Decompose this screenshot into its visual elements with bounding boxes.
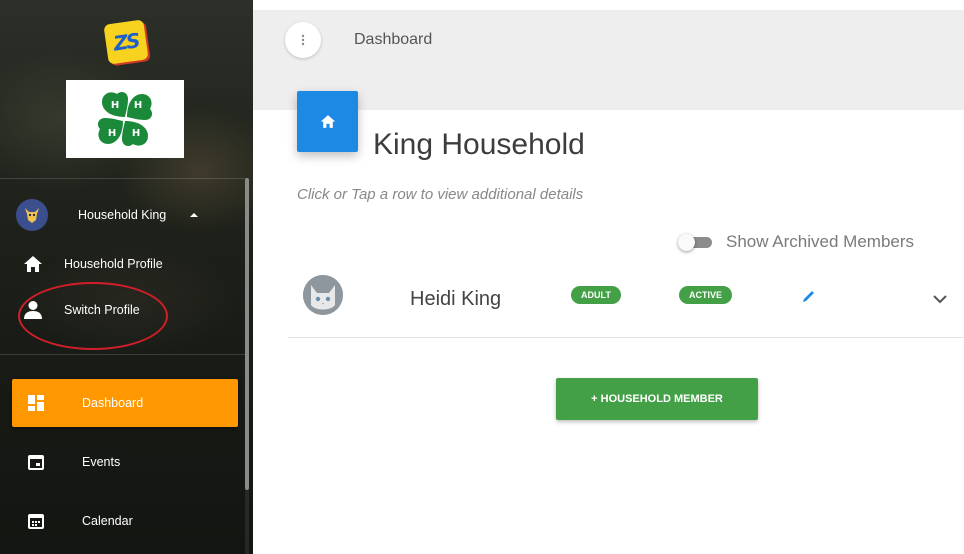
svg-text:H: H xyxy=(111,100,119,111)
dashboard-icon xyxy=(16,395,56,411)
show-archived-label: Show Archived Members xyxy=(726,232,915,251)
svg-text:H: H xyxy=(134,100,142,111)
home-icon xyxy=(320,115,335,128)
breadcrumb: Dashboard xyxy=(354,31,433,48)
status-badge: ACTIVE xyxy=(679,286,733,304)
event-icon xyxy=(16,454,56,470)
nav-events[interactable]: Events xyxy=(12,438,238,486)
zsuite-logo[interactable]: ZS xyxy=(103,19,149,65)
household-header-icon-tile xyxy=(297,91,358,152)
pencil-icon[interactable] xyxy=(802,289,816,308)
nav-dashboard-label: Dashboard xyxy=(82,396,144,410)
nav-calendar-label: Calendar xyxy=(82,514,133,528)
page-title: King Household xyxy=(373,128,585,161)
sidebar-scrollbar-thumb[interactable] xyxy=(245,178,249,490)
show-archived-toggle[interactable] xyxy=(678,234,714,251)
main-content: Dashboard King Household Click or Tap a … xyxy=(253,0,964,554)
sidebar-divider xyxy=(0,178,245,179)
caret-up-icon xyxy=(190,213,199,217)
user-name: Household King xyxy=(78,208,167,222)
more-vert-button[interactable] xyxy=(285,22,321,58)
4h-clover-logo: H H H H xyxy=(66,80,184,158)
home-icon xyxy=(20,255,46,273)
member-avatar xyxy=(303,275,343,315)
more-vert-icon xyxy=(301,34,305,46)
nav-events-label: Events xyxy=(82,455,121,469)
goat-avatar-icon xyxy=(25,208,39,223)
toggle-knob xyxy=(678,234,695,251)
svg-text:H: H xyxy=(132,128,140,139)
household-profile-label: Household Profile xyxy=(64,257,163,271)
chevron-down-icon[interactable] xyxy=(933,291,947,309)
cat-avatar-icon xyxy=(303,275,343,315)
top-bar: Dashboard xyxy=(253,10,964,110)
hint-text: Click or Tap a row to view additional de… xyxy=(297,186,584,203)
add-household-member-button[interactable]: + HOUSEHOLD MEMBER xyxy=(556,378,758,420)
nav-dashboard[interactable]: Dashboard xyxy=(12,379,238,427)
user-menu-toggle[interactable]: Household King xyxy=(16,197,236,233)
sidebar: ZS H H H H Household King Household Profil… xyxy=(0,0,253,554)
member-row[interactable]: Heidi King ADULT ACTIVE xyxy=(288,262,964,338)
calendar-icon xyxy=(16,513,56,529)
highlight-annotation-ellipse xyxy=(18,282,168,350)
household-profile-link[interactable]: Household Profile xyxy=(20,255,163,273)
nav-calendar[interactable]: Calendar xyxy=(12,497,238,545)
role-badge: ADULT xyxy=(571,286,621,304)
sidebar-divider xyxy=(0,354,245,355)
member-name: Heidi King xyxy=(410,288,502,310)
svg-text:H: H xyxy=(108,128,116,139)
user-avatar xyxy=(16,199,48,231)
